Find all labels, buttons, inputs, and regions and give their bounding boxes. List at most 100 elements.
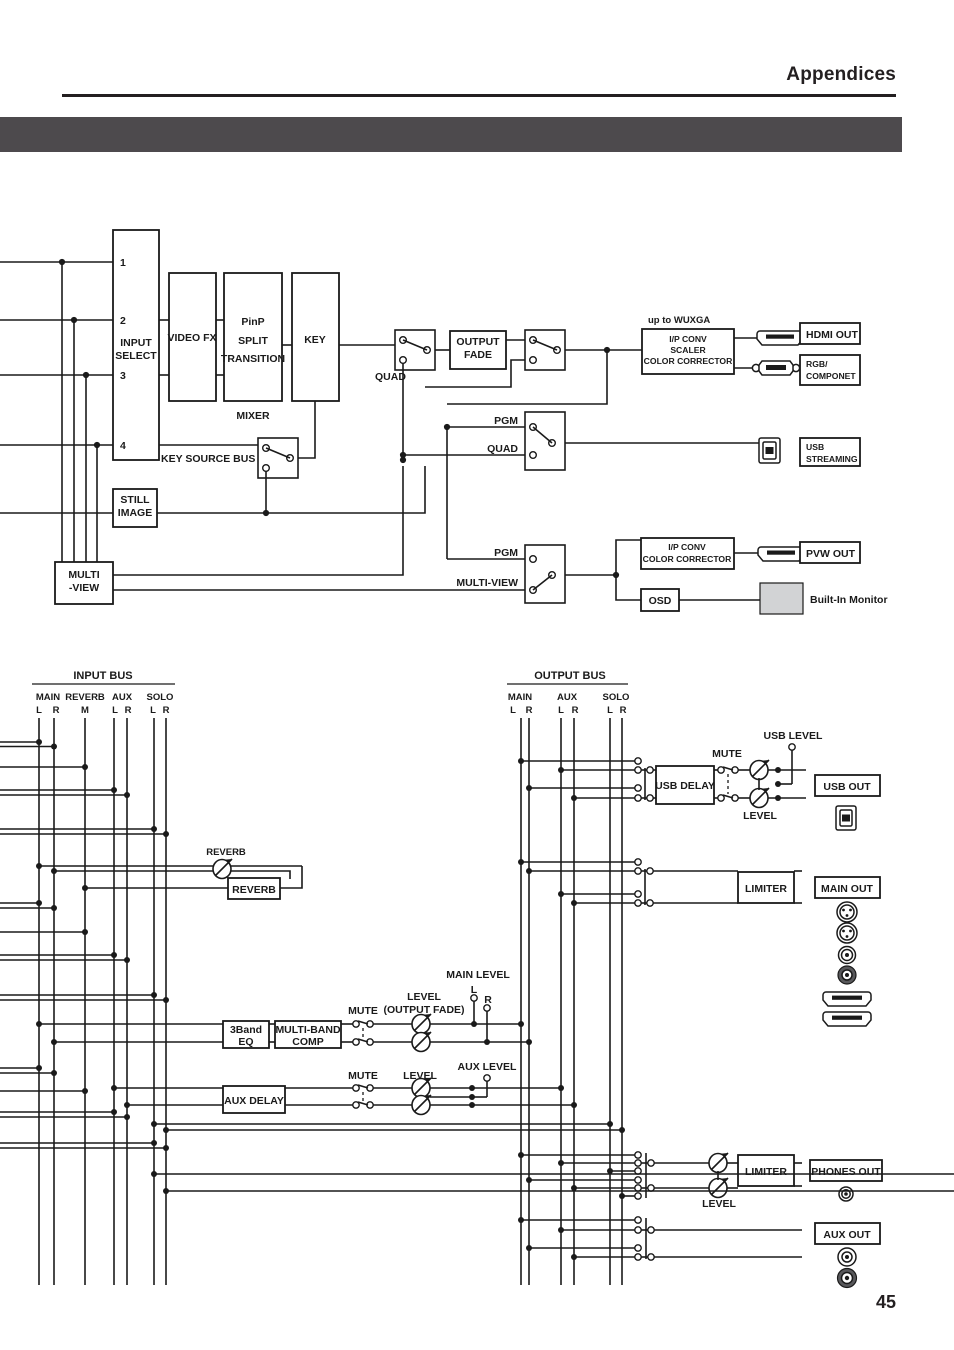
rca-jack-pair-icon [836, 1247, 858, 1289]
ob-solo-r: R [620, 705, 627, 716]
phones-level-knob-r-icon [708, 1177, 729, 1199]
reverb-block-label: REVERB [232, 884, 276, 896]
input-select-l1: INPUT [120, 337, 152, 349]
phones-level-label: LEVEL [702, 1198, 736, 1210]
hdmi-connector-icon [757, 546, 805, 562]
quad-sw-term-b [399, 356, 408, 365]
rgb-component-l1: RGB/ [806, 359, 828, 369]
usb-src-sw-b2 [634, 794, 642, 802]
appendix-page: Appendices 45 INPUT SELECT 1 2 3 4 VIDEO… [0, 0, 954, 1350]
usb-level-label: USB LEVEL [764, 730, 824, 742]
reverb-send-return: REVERB REVERB [36, 847, 303, 900]
usb-level-knob-l-icon [749, 759, 770, 781]
main-level-label: MAIN LEVEL [446, 969, 510, 981]
dsub-connector-icon [751, 360, 801, 376]
ib-aux-r: R [125, 705, 132, 716]
input-channel-2: 2 [120, 315, 126, 327]
ph-src-sw-b1 [634, 1176, 642, 1184]
pvw-conv-l2: COLOR CORRECTOR [643, 554, 732, 564]
ib-main-r: R [53, 705, 60, 716]
key-label: KEY [304, 334, 326, 346]
scaler-l3: COLOR CORRECTOR [644, 356, 733, 366]
aux-src-sw-b1 [634, 1244, 642, 1252]
main-audio-chain: 3Band EQ MULTI-BAND COMP MUTE LEVEL (OUT… [36, 969, 532, 1053]
input-bus-title: INPUT BUS [73, 670, 132, 682]
trs-jack-icon [837, 945, 857, 965]
block-diagram: INPUT SELECT INPUT SELECT 1 2 3 4 VIDEO … [0, 229, 954, 1289]
video-block-diagram: INPUT SELECT INPUT SELECT 1 2 3 4 VIDEO … [0, 229, 888, 615]
video-input-lines [0, 258, 113, 562]
pvw-conv-l1: I/P CONV [668, 542, 706, 552]
main-level-knob-r-icon [411, 1031, 432, 1053]
usb-src-sw-out2 [646, 794, 654, 802]
ph-src-sw-out1 [647, 1159, 655, 1167]
monitor-icon [759, 582, 804, 615]
input-bus-header: INPUT BUS MAIN L R REVERB M AUX L R SOLO… [32, 670, 175, 716]
ib-aux-l: L [112, 705, 118, 716]
aux-out-label: AUX OUT [823, 1229, 871, 1241]
trs-jack-icon [838, 1186, 854, 1202]
comp-l1: MULTI-BAND [275, 1024, 341, 1036]
quad-label-2: QUAD [487, 443, 518, 455]
main-level-term-l [470, 994, 478, 1002]
usb-src-sw-a2 [634, 766, 642, 774]
ib-group-reverb: REVERB [65, 692, 105, 703]
usb-src-sw-out1 [646, 766, 654, 774]
aux-level-knob-l-icon [411, 1077, 432, 1099]
input-channel-4: 4 [120, 440, 126, 452]
xlr-jack-icon-2 [836, 922, 858, 944]
aux-audio-chain: AUX DELAY MUTE LEVEL AUX LEVEL [111, 1061, 577, 1116]
ob-group-main: MAIN [508, 692, 532, 703]
ib-group-solo: SOLO [147, 692, 174, 703]
multi-view-l1: MULTI [68, 569, 99, 581]
ph-src-sw-a2 [634, 1159, 642, 1167]
usb-delay-label: USB DELAY [655, 780, 715, 792]
phones-level-knob-l-icon [708, 1152, 729, 1174]
scin-term-b [529, 356, 538, 365]
usb-b-connector-icon [758, 437, 781, 464]
key-src-term-b [262, 464, 271, 473]
rgb-component-l2: COMPONET [806, 371, 856, 381]
pgm-label-1: PGM [494, 415, 518, 427]
osd-label: OSD [649, 595, 672, 607]
pinp-label: PinP [241, 316, 264, 328]
input-bus-rails [38, 718, 167, 1285]
aux-level-label: AUX LEVEL [458, 1061, 518, 1073]
aux-src-sw-out2 [647, 1253, 655, 1261]
usb-streaming-l1: USB [806, 442, 824, 452]
hdmi-connector-icon [756, 330, 804, 346]
main-src-sw-out1 [646, 867, 654, 875]
main-out-label: MAIN OUT [821, 883, 873, 895]
usb-out-chain: USB DELAY MUTE LEVEL USB LEVEL USB OUT [518, 730, 881, 831]
usb-streaming-l2: STREAMING [806, 454, 858, 464]
usb-level-knob-r-icon [749, 787, 770, 809]
hdmi-out-label: HDMI OUT [806, 329, 858, 341]
usb-src-sw-a1 [634, 757, 642, 765]
main-level-knob-l-icon [411, 1013, 432, 1035]
audio-block-diagram: INPUT BUS MAIN L R REVERB M AUX L R SOLO… [0, 670, 954, 1289]
pgmq-term-b [529, 451, 538, 460]
pgmmv-term-a [529, 555, 538, 564]
scaler-l1: I/P CONV [669, 334, 707, 344]
aux-level-term [483, 1074, 491, 1082]
comp-l2: COMP [292, 1036, 324, 1048]
ph-src-sw-b3 [634, 1192, 642, 1200]
main-mute-label: MUTE [348, 1005, 378, 1017]
main-limiter-label: LIMITER [745, 883, 787, 895]
output-bus-rails [520, 718, 623, 1285]
bus-return-rails [151, 1171, 954, 1194]
main-level-ctrl-l1: LEVEL [407, 991, 441, 1003]
aux-level-knob-r-icon [411, 1094, 432, 1116]
aux-src-sw-out1 [647, 1226, 655, 1234]
aux-src-sw-a2 [634, 1226, 642, 1234]
eq-l2: EQ [238, 1036, 253, 1048]
usb-out-label: USB OUT [823, 781, 871, 793]
still-image-l1: STILL [120, 494, 150, 506]
eq-l1: 3Band [230, 1024, 262, 1036]
main-src-sw-b2 [634, 899, 642, 907]
main-src-sw-a2 [634, 867, 642, 875]
ob-aux-l: L [558, 705, 564, 716]
transition-label: TRANSITION [221, 353, 285, 365]
rca-jack-icon [837, 965, 857, 985]
xlr-jack-icon-1 [836, 901, 858, 923]
